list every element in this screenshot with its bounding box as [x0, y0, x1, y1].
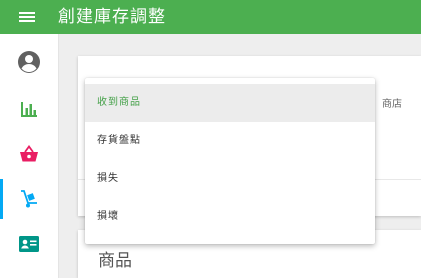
- reason-dropdown-menu: 收到商品 存貨盤點 損失 損壞: [85, 78, 375, 244]
- contact-card-icon: [19, 236, 39, 252]
- page-title: 創建庫存調整: [58, 7, 166, 27]
- account-circle-icon: [18, 51, 40, 73]
- sidebar-item-customers[interactable]: [0, 224, 58, 264]
- sidebar-item-sales[interactable]: [0, 134, 58, 174]
- sidebar: [0, 34, 59, 278]
- menu-icon[interactable]: [19, 10, 35, 24]
- sidebar-item-reports[interactable]: [0, 89, 58, 129]
- hand-truck-icon: [21, 190, 37, 208]
- dropdown-option-inventory-count[interactable]: 存貨盤點: [85, 122, 375, 160]
- bar-chart-icon: [21, 102, 37, 117]
- sidebar-item-account[interactable]: [0, 42, 58, 82]
- app-bar: 創建庫存調整: [0, 0, 421, 34]
- dropdown-option-damage[interactable]: 損壞: [85, 198, 375, 236]
- shopping-basket-icon: [20, 145, 38, 162]
- store-field-label: 商店: [382, 99, 402, 110]
- sidebar-item-inventory[interactable]: [0, 179, 58, 219]
- products-title: 商品: [98, 251, 132, 271]
- dropdown-option-receive-items[interactable]: 收到商品: [85, 84, 375, 122]
- dropdown-option-loss[interactable]: 損失: [85, 160, 375, 198]
